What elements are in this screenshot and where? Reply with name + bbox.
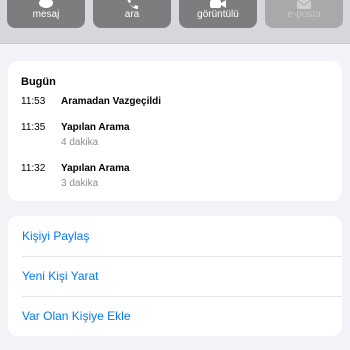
share-contact-label: Kişiyi Paylaş: [22, 229, 90, 243]
quick-actions-bar: mesaj ara görüntülü e-posta: [0, 0, 350, 44]
contact-actions-card: Kişiyi Paylaş Yeni Kişi Yarat Var Olan K…: [8, 216, 342, 336]
call-time: 11:32: [21, 163, 46, 174]
call-duration: 4 dakika: [61, 137, 99, 148]
video-button[interactable]: görüntülü: [179, 0, 257, 28]
recent-calls-card: Bugün 11:53 Aramadan Vazgeçildi 11:35 Ya…: [8, 61, 342, 201]
call-time: 11:53: [21, 96, 46, 107]
call-type: Aramadan Vazgeçildi: [61, 96, 162, 107]
call-label: ara: [124, 9, 140, 20]
message-button[interactable]: mesaj: [7, 0, 85, 28]
create-new-contact-label: Yeni Kişi Yarat: [22, 269, 99, 283]
call-type: Yapılan Arama: [61, 163, 130, 174]
call-button[interactable]: ara: [93, 0, 171, 28]
mail-label: e-posta: [287, 9, 321, 20]
video-label: görüntülü: [197, 9, 239, 20]
create-new-contact-button[interactable]: Yeni Kişi Yarat: [8, 256, 342, 296]
share-contact-button[interactable]: Kişiyi Paylaş: [8, 216, 342, 256]
call-time: 11:35: [21, 122, 46, 133]
recents-date-heading: Bugün: [21, 76, 56, 88]
call-type: Yapılan Arama: [61, 122, 130, 133]
mail-button[interactable]: e-posta: [265, 0, 343, 28]
call-duration: 3 dakika: [61, 178, 99, 189]
add-to-existing-contact-button[interactable]: Var Olan Kişiye Ekle: [8, 296, 342, 336]
message-label: mesaj: [32, 9, 60, 20]
add-to-existing-contact-label: Var Olan Kişiye Ekle: [22, 309, 131, 323]
